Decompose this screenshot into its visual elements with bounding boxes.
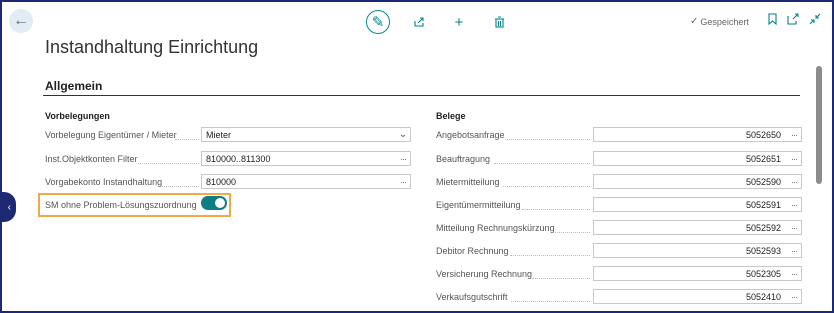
leader-dots — [553, 232, 590, 233]
plus-icon: + — [454, 13, 464, 31]
delete-button[interactable] — [488, 11, 510, 33]
field-label-verkaufsgutschrift: Verkaufsgutschrift — [436, 292, 508, 302]
back-button[interactable]: ← — [9, 9, 33, 33]
verkaufsgutschrift-value: 5052410 — [745, 291, 781, 302]
bookmark-icon[interactable] — [768, 13, 777, 25]
mietermitteilung-field[interactable]: 5052590 ··· — [593, 174, 802, 189]
collapse-icon[interactable] — [809, 13, 821, 25]
angebotsanfrage-field[interactable]: 5052650 ··· — [593, 127, 802, 142]
field-label-versicherung-rechnung: Versicherung Rechnung — [436, 269, 533, 279]
vorgabekonto-value: 810000 — [206, 176, 237, 187]
mitteilung-rechnungskuerzung-field[interactable]: 5052592 ··· — [593, 220, 802, 235]
sm-ohne-problem-toggle[interactable] — [201, 196, 227, 210]
check-icon: ✓ — [690, 16, 699, 27]
leader-dots — [503, 186, 590, 187]
lookup-ellipsis-icon[interactable]: ··· — [787, 154, 801, 164]
beauftragung-value: 5052651 — [745, 153, 781, 164]
leader-dots — [522, 209, 590, 210]
share-button[interactable] — [408, 11, 430, 33]
lookup-ellipsis-icon[interactable]: ··· — [787, 246, 801, 256]
lookup-ellipsis-icon[interactable]: ··· — [787, 200, 801, 210]
lookup-ellipsis-icon[interactable]: ··· — [787, 130, 801, 140]
window-tools — [768, 13, 821, 25]
leader-dots — [138, 163, 199, 164]
leader-dots — [532, 278, 590, 279]
objektkonten-filter-value: 810000..811300 — [206, 153, 271, 164]
eigentuemermitteilung-value: 5052591 — [745, 199, 781, 210]
debitor-rechnung-value: 5052593 — [745, 245, 781, 256]
chevron-down-icon: ⌄ — [398, 129, 408, 140]
eigentuemermitteilung-field[interactable]: 5052591 ··· — [593, 197, 802, 212]
save-status-text: Gespeichert — [700, 16, 749, 27]
objektkonten-filter-field[interactable]: 810000..811300 ··· — [201, 151, 411, 166]
section-divider — [43, 95, 800, 96]
versicherung-rechnung-field[interactable]: 5052305 ··· — [593, 266, 802, 281]
field-label-mietermitteilung: Mietermitteilung — [436, 177, 500, 187]
arrow-left-icon: ← — [13, 12, 29, 29]
share-icon — [414, 17, 424, 27]
toggle-knob — [215, 198, 225, 208]
mietermitteilung-value: 5052590 — [745, 176, 781, 187]
add-button[interactable]: + — [448, 11, 470, 33]
field-label-mitteilung-rechnungskuerzung: Mitteilung Rechnungskürzung — [436, 223, 555, 233]
debitor-rechnung-field[interactable]: 5052593 ··· — [593, 243, 802, 258]
open-new-window-icon[interactable] — [787, 13, 799, 25]
leader-dots — [507, 139, 590, 140]
mitteilung-rechnungskuerzung-value: 5052592 — [745, 222, 781, 233]
lookup-ellipsis-icon[interactable]: ··· — [396, 154, 410, 164]
lookup-ellipsis-icon[interactable]: ··· — [787, 223, 801, 233]
leader-dots — [511, 301, 590, 302]
leader-dots — [175, 139, 199, 140]
action-toolbar: ✎ + — [366, 10, 510, 34]
field-label-angebotsanfrage: Angebotsanfrage — [436, 130, 505, 140]
field-label-vorgabekonto: Vorgabekonto Instandhaltung — [45, 177, 163, 187]
verkaufsgutschrift-field[interactable]: 5052410 ··· — [593, 289, 802, 304]
field-label-debitor-rechnung: Debitor Rechnung — [436, 246, 509, 256]
group-title-belege: Belege — [436, 111, 466, 121]
leader-dots — [494, 163, 590, 164]
edit-button[interactable]: ✎ — [366, 10, 390, 34]
leader-dots — [162, 186, 199, 187]
group-title-vorbelegungen: Vorbelegungen — [45, 111, 110, 121]
page-title: Instandhaltung Einrichtung — [45, 37, 259, 57]
vorgabekonto-field[interactable]: 810000 ··· — [201, 174, 411, 189]
pencil-icon: ✎ — [371, 14, 385, 31]
field-label-beauftragung: Beauftragung — [436, 154, 491, 164]
lookup-ellipsis-icon[interactable]: ··· — [396, 177, 410, 187]
lookup-ellipsis-icon[interactable]: ··· — [787, 177, 801, 187]
lookup-ellipsis-icon[interactable]: ··· — [787, 269, 801, 279]
eigentuemer-mieter-select[interactable]: Mieter ⌄ — [201, 127, 411, 142]
field-label-objektkonten-filter: Inst.Objektkonten Filter — [45, 154, 138, 164]
save-status: ✓ Gespeichert — [690, 16, 749, 27]
field-label-eigentuemermitteilung: Eigentümermitteilung — [436, 200, 521, 210]
eigentuemer-mieter-value: Mieter — [206, 129, 232, 140]
angebotsanfrage-value: 5052650 — [745, 129, 781, 140]
toggle-label-sm-ohne-problem: SM ohne Problem-Lösungszuordnung — [45, 200, 197, 210]
lookup-ellipsis-icon[interactable]: ··· — [787, 292, 801, 302]
trash-icon — [494, 16, 504, 28]
chevron-left-icon: ‹ — [7, 201, 11, 213]
versicherung-rechnung-value: 5052305 — [745, 268, 781, 279]
beauftragung-field[interactable]: 5052651 ··· — [593, 151, 802, 166]
section-title-allgemein[interactable]: Allgemein — [45, 79, 102, 93]
field-label-eigentuemer-mieter: Vorbelegung Eigentümer / Mieter — [45, 130, 177, 140]
vertical-scrollbar[interactable] — [816, 66, 822, 184]
leader-dots — [510, 255, 590, 256]
